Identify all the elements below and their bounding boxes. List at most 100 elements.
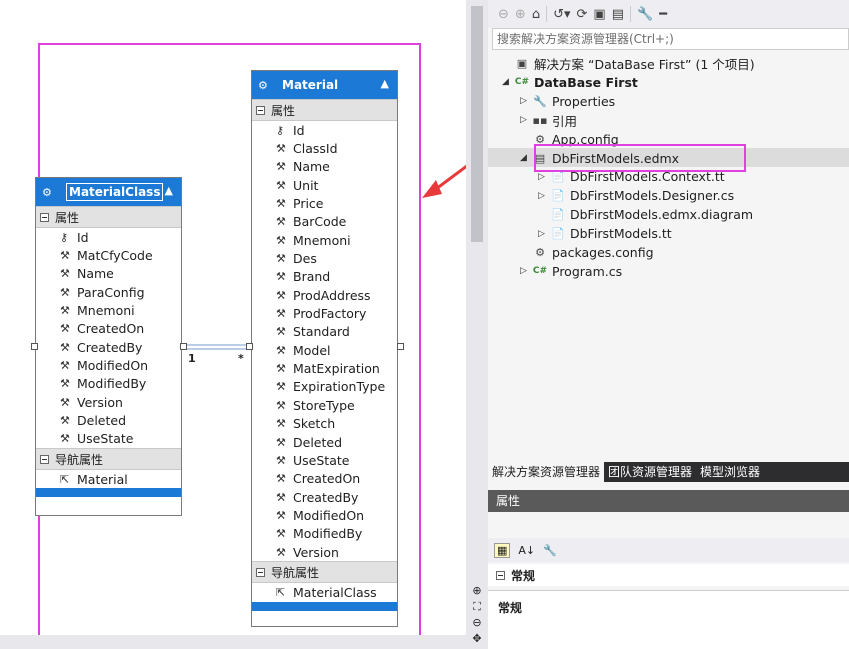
selection-handle[interactable] [31,343,38,350]
entity-property[interactable]: ⚒ Deleted [252,433,397,451]
entity-property[interactable]: ⚒ Des [252,249,397,267]
vertical-scrollbar[interactable] [466,0,488,649]
properties-section-header[interactable]: 属性 [252,99,397,121]
entity-property[interactable]: ⚒ ModifiedBy [36,375,181,393]
zoom-fit-icon[interactable]: ⛶ [466,599,488,615]
entity-property[interactable]: ⚒ Name [252,158,397,176]
entity-property[interactable]: ⚒ CreatedOn [36,320,181,338]
entity-property[interactable]: ⚒ ModifiedOn [252,506,397,524]
tree-item[interactable]: ▷ 📄 DbFirstModels.tt [538,224,672,243]
entity-materialclass[interactable]: ⚙ MaterialClass ▲ 属性 ⚷ Id ⚒ MatCfyCode ⚒ Name… [35,177,182,516]
expand-arrow-icon[interactable]: ▷ [520,266,532,276]
tree-item[interactable]: ▣ 解决方案 “DataBase First” (1 个项目) [502,54,755,73]
minus-icon[interactable]: ━ [659,7,667,22]
tab-model-browser[interactable]: 模型浏览器 [696,462,764,482]
entity-property[interactable]: ⚒ CreatedBy [252,488,397,506]
entity-property[interactable]: ⚒ MatCfyCode [36,246,181,264]
entity-title[interactable]: MaterialClass [66,183,164,201]
tree-item[interactable]: ▷ 🔧 Properties [520,92,615,111]
entity-property[interactable]: ⚒ Mnemoni [36,301,181,319]
categorized-icon[interactable]: ▦ [494,542,511,558]
selection-handle[interactable] [180,343,187,350]
tree-item[interactable]: ▷ 📄 DbFirstModels.Designer.cs [538,186,734,205]
entity-property[interactable]: ⚒ CreatedBy [36,338,181,356]
entity-property[interactable]: ⚒ Sketch [252,415,397,433]
edmx-designer-canvas[interactable]: ⚙ MaterialClass ▲ 属性 ⚷ Id ⚒ MatCfyCode ⚒ Name… [0,0,466,649]
property-pages-icon[interactable]: 🔧 [543,544,557,557]
show-all-files-icon[interactable]: ▤ [612,7,624,22]
properties-category-row[interactable]: 常规 [488,564,849,586]
entity-property[interactable]: ⚷ Id [36,228,181,246]
horizontal-scrollbar[interactable] [0,635,466,649]
entity-property[interactable]: ⚒ Name [36,265,181,283]
pan-icon[interactable]: ✥ [466,631,488,647]
collapse-toggle-icon[interactable] [40,454,49,464]
properties-section-header[interactable]: 属性 [36,206,181,228]
selection-handle[interactable] [397,343,404,350]
entity-property[interactable]: ⚒ Version [252,543,397,561]
expand-arrow-icon[interactable]: ▷ [520,115,532,125]
collapse-toggle-icon[interactable] [496,570,505,580]
tab-team-explorer[interactable]: 团队资源管理器 [604,462,696,482]
entity-property[interactable]: ⚒ ProdAddress [252,286,397,304]
history-icon[interactable]: ↺▾ [553,7,570,22]
entity-property[interactable]: ⚒ Mnemoni [252,231,397,249]
back-icon[interactable]: ⊖ [498,7,509,22]
collapse-toggle-icon[interactable] [256,105,265,115]
expand-arrow-icon[interactable]: ◢ [502,77,514,87]
expand-arrow-icon[interactable]: ▷ [538,191,550,201]
expand-arrow-icon[interactable]: ▷ [520,96,532,106]
navigation-section-header[interactable]: 导航属性 [36,448,181,471]
entity-property[interactable]: ⚒ StoreType [252,396,397,414]
sync-icon[interactable]: ⟳ [577,7,588,22]
tree-item[interactable]: ◢ C# DataBase First [502,73,638,92]
entity-property[interactable]: ⚒ Brand [252,268,397,286]
entity-property[interactable]: ⚒ CreatedOn [252,470,397,488]
entity-property[interactable]: ⚒ Deleted [36,411,181,429]
entity-property[interactable]: ⚒ UseState [252,451,397,469]
expand-arrow-icon[interactable]: ▷ [538,229,550,239]
entity-property[interactable]: ⚒ Version [36,393,181,411]
entity-property[interactable]: ⚒ MatExpiration [252,359,397,377]
forward-icon[interactable]: ⊕ [515,7,526,22]
entity-property[interactable]: ⚒ ModifiedOn [36,356,181,374]
tree-item[interactable]: ▷ ▪▪ 引用 [520,111,577,130]
entity-property[interactable]: ⚒ ParaConfig [36,283,181,301]
entity-material[interactable]: ⚙ Material ▲ 属性 ⚷ Id ⚒ ClassId ⚒ Name ⚒ Unit ⚒ Pr… [251,70,398,627]
collapse-toggle-icon[interactable] [256,567,265,577]
zoom-in-icon[interactable]: ⊕ [466,583,488,599]
entity-property[interactable]: ⚒ ExpirationType [252,378,397,396]
navigation-section-header[interactable]: 导航属性 [252,561,397,584]
entity-property[interactable]: ⚒ ProdFactory [252,304,397,322]
zoom-out-icon[interactable]: ⊖ [466,615,488,631]
entity-title[interactable]: Material [282,78,338,92]
entity-property[interactable]: ⚒ Model [252,341,397,359]
navigation-property[interactable]: ⇱ MaterialClass [252,583,397,601]
entity-property[interactable]: ⚒ UseState [36,430,181,448]
navigation-property[interactable]: ⇱ Material [36,470,181,488]
scrollbar-thumb[interactable] [471,6,483,242]
entity-property[interactable]: ⚒ Price [252,194,397,212]
properties-icon[interactable]: 🔧 [637,7,653,22]
entity-property[interactable]: ⚒ BarCode [252,213,397,231]
tree-item[interactable]: ⚙ packages.config [520,243,653,262]
entity-property[interactable]: ⚒ Standard [252,323,397,341]
selection-handle[interactable] [246,343,253,350]
alphabetical-icon[interactable]: A↓ [518,544,535,557]
entity-header[interactable]: ⚙ MaterialClass ▲ [36,178,181,206]
expand-arrow-icon[interactable]: ▷ [538,172,550,182]
collapse-icon[interactable]: ▲ [381,77,389,90]
tab-solution-explorer[interactable]: 解决方案资源管理器 [488,462,605,482]
tree-item[interactable]: 📄 DbFirstModels.edmx.diagram [538,205,753,224]
entity-property[interactable]: ⚒ ModifiedBy [252,525,397,543]
entity-header[interactable]: ⚙ Material ▲ [252,71,397,99]
solution-search-input[interactable]: 搜索解决方案资源管理器(Ctrl+;) [492,28,849,50]
properties-object-selector[interactable] [488,512,849,538]
collapse-all-icon[interactable]: ▣ [593,7,605,22]
entity-property[interactable]: ⚷ Id [252,121,397,139]
expand-arrow-icon[interactable]: ◢ [520,153,532,163]
collapse-icon[interactable]: ▲ [165,184,173,197]
tree-item[interactable]: ▷ C# Program.cs [520,262,622,281]
collapse-toggle-icon[interactable] [40,212,49,222]
entity-property[interactable]: ⚒ Unit [252,176,397,194]
